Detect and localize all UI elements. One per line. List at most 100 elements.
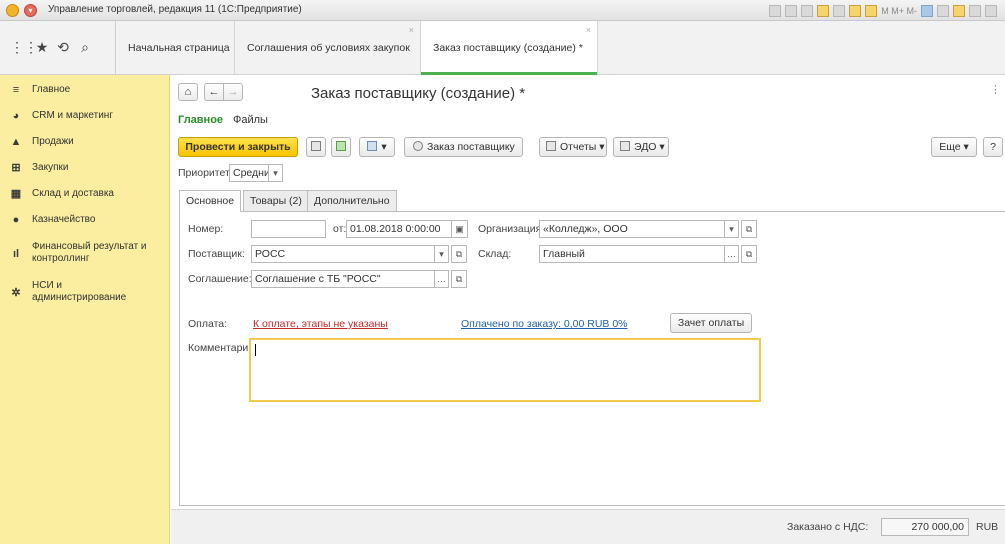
- warehouse-field[interactable]: Главный: [539, 245, 725, 263]
- select-icon[interactable]: …: [435, 270, 449, 288]
- button-label: Еще: [939, 141, 961, 153]
- tab-supplier-order[interactable]: × Заказ поставщику (создание) *: [421, 21, 598, 75]
- sidebar-item-admin[interactable]: ✲ НСИ и администрирование: [0, 280, 170, 306]
- sidebar-item-purchases[interactable]: ⊞ Закупки: [0, 162, 170, 176]
- close-icon[interactable]: ×: [409, 25, 414, 35]
- section-panel: ⋮⋮ ★ ⟲ ⌕ Начальная страница × Соглашения…: [0, 21, 1005, 75]
- organization-field[interactable]: «Колледж», ООО: [539, 220, 725, 238]
- chevron-down-icon[interactable]: ▾: [269, 164, 283, 182]
- sidebar-item-finance[interactable]: ıl Финансовый результат и контроллинг: [0, 241, 170, 267]
- cart-icon: ⊞: [11, 162, 21, 174]
- open-icon[interactable]: ⧉: [451, 270, 467, 288]
- page-title: Заказ поставщику (создание) *: [311, 85, 526, 102]
- comment-label: Комментарий:: [188, 342, 258, 354]
- number-field[interactable]: [251, 220, 326, 238]
- more-button[interactable]: Еще ▾: [931, 137, 977, 157]
- minimize-icon[interactable]: [969, 4, 981, 17]
- menu-icon: ≡: [12, 84, 20, 96]
- select-icon[interactable]: …: [725, 245, 739, 263]
- supplier-label: Поставщик:: [188, 248, 245, 260]
- date-label: от:: [333, 223, 347, 235]
- window-title: Управление торговлей, редакция 11 (1С:Пр…: [48, 4, 302, 15]
- chevron-down-icon[interactable]: ▾: [435, 245, 449, 263]
- restore-icon[interactable]: [985, 4, 997, 17]
- supplier-field[interactable]: РОСС: [251, 245, 435, 263]
- star-icon[interactable]: ★: [33, 38, 51, 56]
- sidebar-item-treasury[interactable]: ● Казначейство: [0, 214, 170, 228]
- paid-amount-link[interactable]: Оплачено по заказу: 0,00 RUB 0%: [461, 318, 628, 330]
- search-icon[interactable]: ⌕: [76, 38, 94, 56]
- sidebar-item-label: контроллинг: [32, 253, 90, 264]
- gear-icon: ✲: [11, 287, 21, 299]
- reports-icon: [546, 141, 556, 151]
- sidebar-item-crm[interactable]: ◕ CRM и маркетинг: [0, 110, 170, 124]
- priority-select[interactable]: Средний: [229, 164, 269, 182]
- sidebar-item-sales[interactable]: ▲ Продажи: [0, 136, 170, 150]
- tab-label: Заказ поставщику (создание) *: [433, 42, 583, 54]
- floppy-icon: [311, 141, 321, 151]
- subnav-files[interactable]: Файлы: [233, 114, 268, 126]
- calculator-icon[interactable]: [849, 4, 862, 17]
- organization-label: Организация:: [478, 223, 545, 235]
- agreement-field[interactable]: Соглашение с ТБ "РОСС": [251, 270, 435, 288]
- save-icon[interactable]: [769, 4, 782, 17]
- print-icon: [413, 141, 423, 151]
- arrow-right-icon: →: [227, 86, 239, 98]
- print-icon[interactable]: [785, 4, 798, 17]
- total-label: Заказано с НДС:: [787, 521, 869, 533]
- post-button[interactable]: [331, 137, 351, 157]
- forward-button[interactable]: →: [223, 83, 243, 101]
- save-button[interactable]: [306, 137, 326, 157]
- tab-purchase-agreements[interactable]: × Соглашения об условиях закупок: [235, 21, 421, 75]
- tab-label: Начальная страница: [128, 42, 230, 54]
- comment-textarea[interactable]: [249, 338, 761, 402]
- open-icon[interactable]: ⧉: [741, 220, 757, 238]
- number-label: Номер:: [188, 223, 224, 235]
- sidebar-item-main[interactable]: ≡ Главное: [0, 84, 170, 98]
- calendar-icon[interactable]: [865, 4, 878, 17]
- create-based-on-button[interactable]: ▾: [359, 137, 395, 157]
- chevron-down-icon[interactable]: ▾: [725, 220, 739, 238]
- reports-button[interactable]: Отчеты ▾: [539, 137, 607, 157]
- memory-buttons[interactable]: M M+ M-: [881, 6, 917, 16]
- tab-home-page[interactable]: Начальная страница: [116, 21, 235, 75]
- main-menu-icon[interactable]: ▾: [24, 4, 37, 17]
- payment-label: Оплата:: [188, 318, 228, 330]
- back-button[interactable]: ←: [204, 83, 224, 101]
- edo-icon: [620, 141, 630, 151]
- tab-goods[interactable]: Товары (2): [243, 190, 309, 211]
- link-icon[interactable]: [937, 4, 949, 17]
- calendar-icon[interactable]: ▣: [452, 220, 468, 238]
- grid-icon[interactable]: ⋮⋮: [10, 38, 38, 56]
- tab-main[interactable]: Основное: [179, 190, 242, 212]
- order-supplier-button[interactable]: Заказ поставщику: [404, 137, 523, 157]
- favorites-icon[interactable]: [817, 4, 830, 17]
- warehouse-label: Склад:: [478, 248, 512, 260]
- copy-icon[interactable]: [833, 4, 846, 17]
- close-icon[interactable]: ×: [586, 25, 591, 35]
- more-icon[interactable]: ⋮: [990, 83, 1001, 96]
- bar-chart-icon: ıl: [12, 248, 20, 260]
- date-field[interactable]: 01.08.2018 0:00:00: [346, 220, 452, 238]
- agreement-label: Соглашение:: [188, 273, 252, 285]
- sidebar-item-label: Закупки: [32, 162, 69, 173]
- preview-icon[interactable]: [801, 4, 814, 17]
- sidebar-item-label: администрирование: [32, 292, 127, 303]
- help-button[interactable]: ?: [983, 137, 1003, 157]
- edo-button[interactable]: ЭДО ▾: [613, 137, 669, 157]
- offset-payment-button[interactable]: Зачет оплаты: [670, 313, 752, 333]
- total-field: 270 000,00: [881, 518, 969, 536]
- home-button[interactable]: ⌂: [178, 83, 198, 101]
- payment-terms-link[interactable]: К оплате, этапы не указаны: [253, 318, 388, 330]
- sidebar-item-warehouse[interactable]: ▦ Склад и доставка: [0, 188, 170, 202]
- info-icon[interactable]: [953, 4, 965, 17]
- sidebar-item-label: НСИ и: [32, 280, 62, 291]
- pie-chart-icon: ◕: [12, 110, 20, 122]
- subnav-main[interactable]: Главное: [178, 114, 223, 126]
- post-and-close-button[interactable]: Провести и закрыть: [178, 137, 298, 157]
- history-icon[interactable]: ⟲: [54, 38, 72, 56]
- tab-additional[interactable]: Дополнительно: [307, 190, 397, 211]
- window-layout-icon[interactable]: [921, 4, 933, 17]
- open-icon[interactable]: ⧉: [451, 245, 467, 263]
- open-icon[interactable]: ⧉: [741, 245, 757, 263]
